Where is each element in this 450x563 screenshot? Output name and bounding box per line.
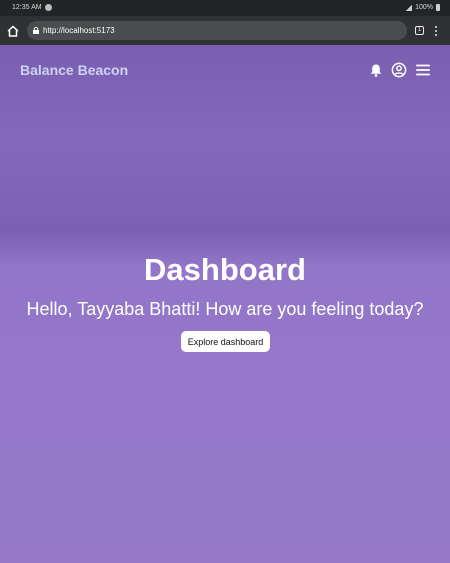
app-header: Balance Beacon [0,45,450,97]
home-icon[interactable] [6,24,20,38]
menu-dots-icon[interactable] [434,25,438,37]
url-field[interactable]: http://localhost:5173 [27,21,407,40]
status-time: 12:35 AM [12,4,42,11]
battery-icon [436,4,440,11]
notification-dot-icon [45,4,52,11]
status-right: 100% [406,4,440,11]
signal-icon [406,4,413,11]
profile-icon[interactable] [391,62,407,78]
bell-icon[interactable] [368,62,384,78]
explore-dashboard-button[interactable]: Explore dashboard [181,331,270,352]
greeting-text: Hello, Tayyaba Bhatti! How are you feeli… [26,299,424,319]
battery-level: 100% [415,4,433,11]
brand-logo[interactable]: Balance Beacon [20,62,128,78]
hamburger-icon[interactable] [415,62,431,78]
browser-toolbar: http://localhost:5173 1 [0,16,450,45]
page: Balance Beacon Dashboard Hello, Tayyaba … [0,45,450,563]
page-title: Dashboard [144,252,306,287]
status-bar: 12:35 AM 100% [0,0,450,16]
lock-icon [33,27,39,34]
tabs-icon[interactable]: 1 [415,26,424,35]
url-text: http://localhost:5173 [43,26,115,35]
